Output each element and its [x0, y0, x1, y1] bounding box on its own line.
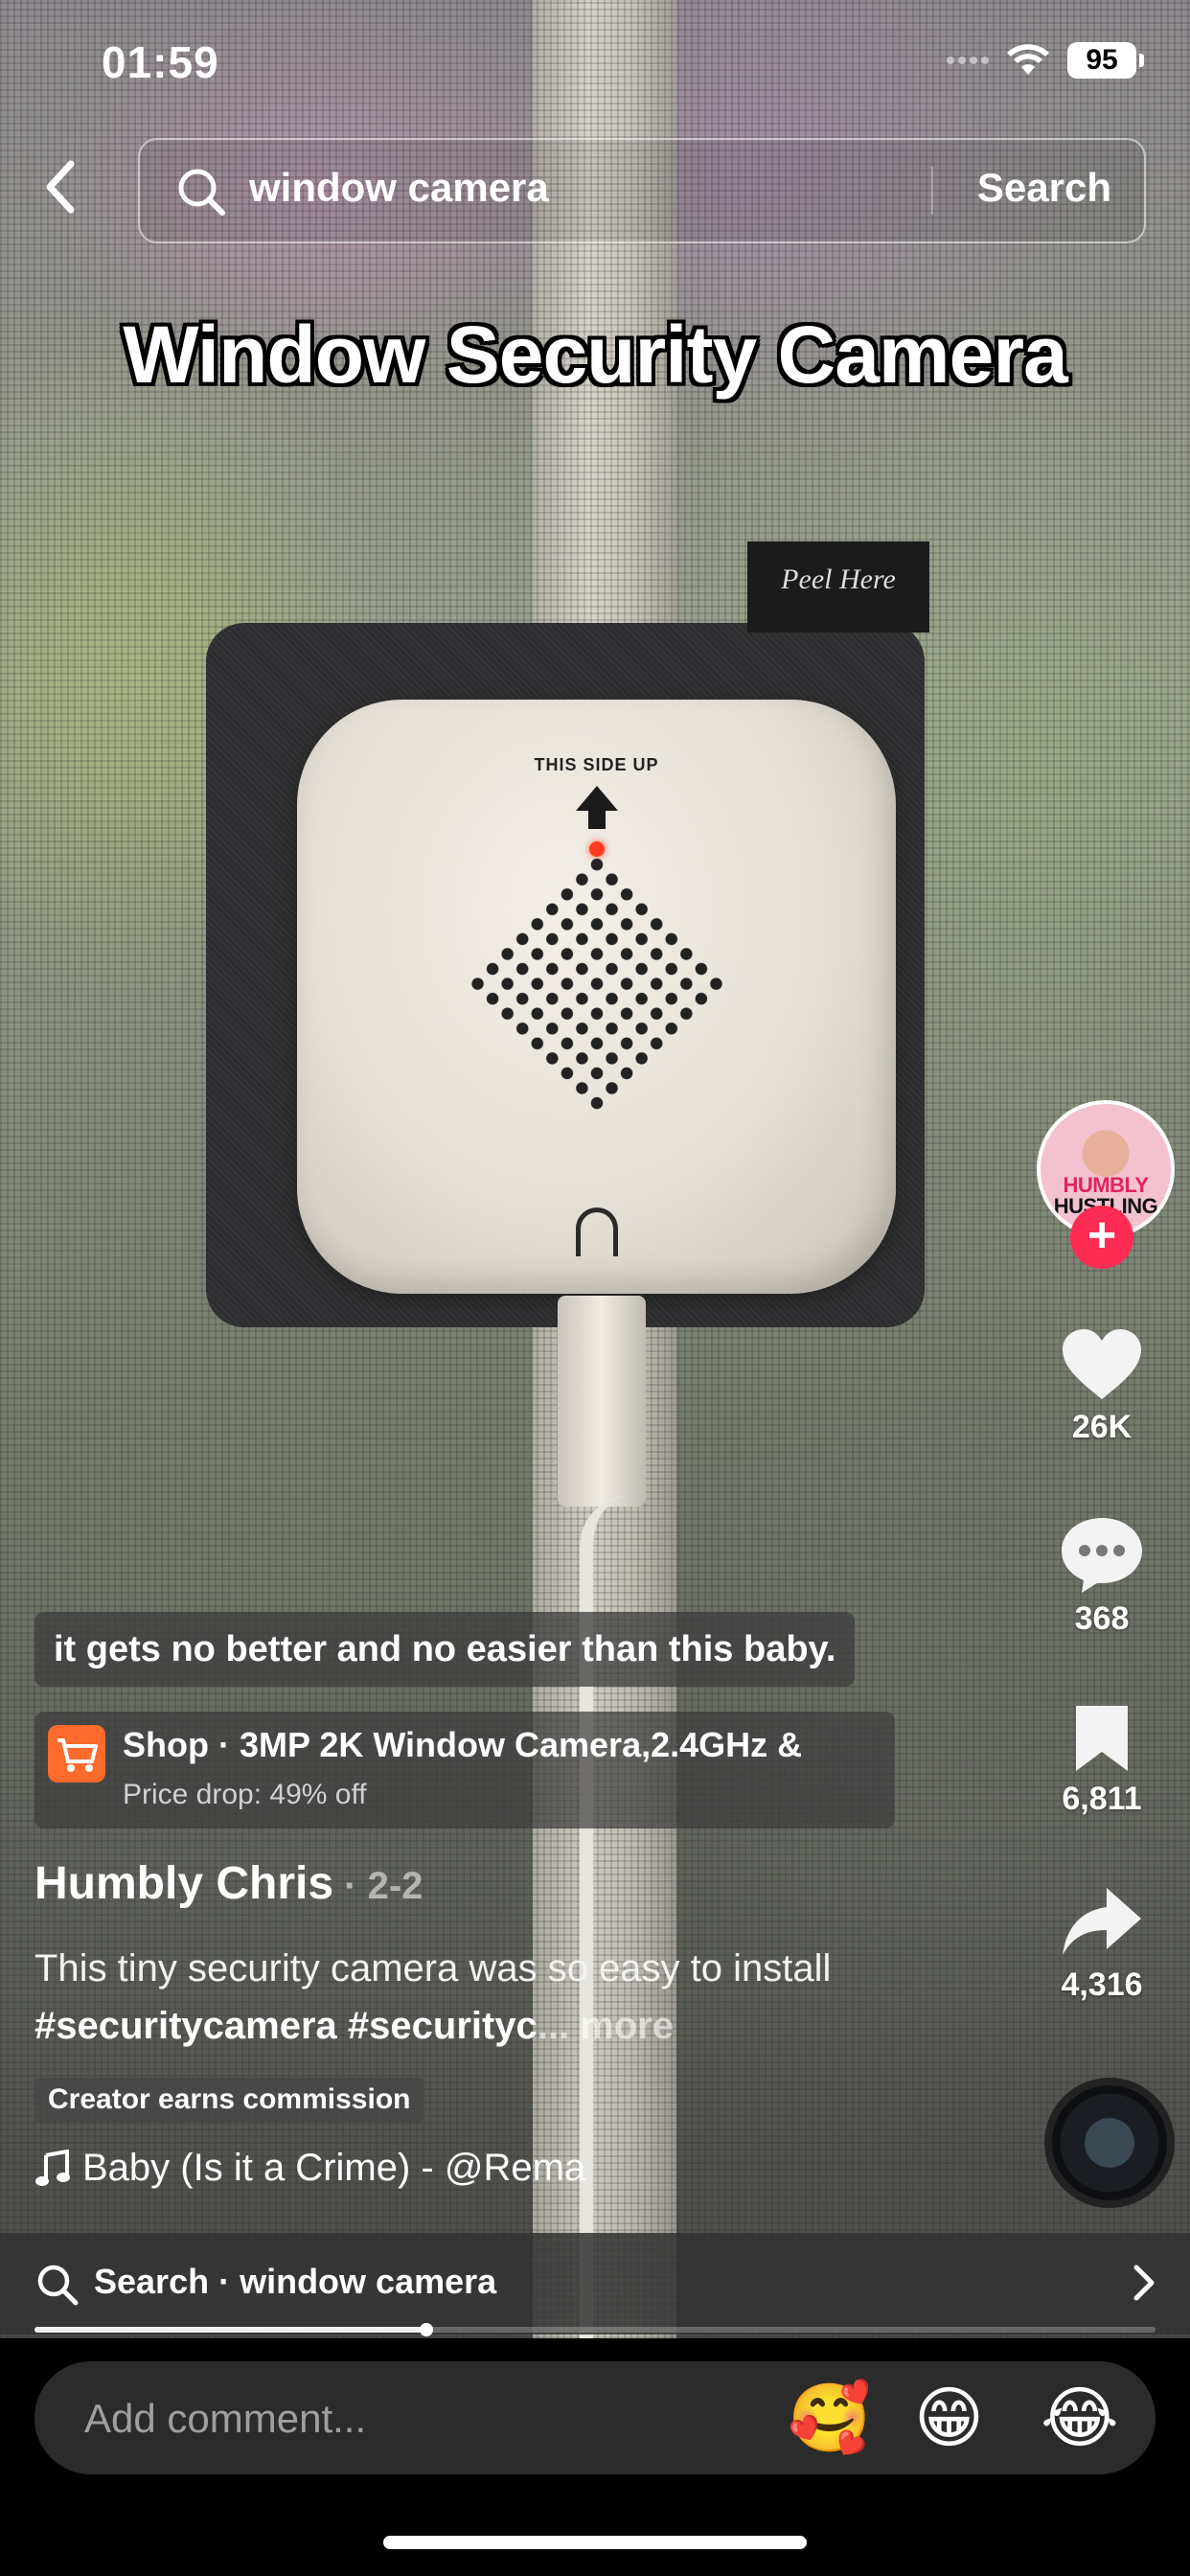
- cellular-signal-icon: [947, 57, 989, 64]
- camera-device: THIS SIDE UP: [297, 700, 896, 1294]
- suggestion-text: Search · window camera: [94, 2262, 497, 2301]
- status-time: 01:59: [102, 37, 219, 87]
- chevron-right-icon: [1133, 2265, 1155, 2301]
- back-button[interactable]: [38, 158, 86, 216]
- shopping-cart-icon: [48, 1725, 105, 1782]
- music-title: Baby (Is it a Crime) - @Rema: [82, 2147, 586, 2189]
- commission-badge: Creator earns commission: [34, 2078, 424, 2122]
- description-text: This tiny security camera was so easy to…: [34, 1947, 832, 1990]
- search-icon: [37, 2265, 79, 2306]
- home-indicator: [383, 2536, 807, 2549]
- post-description: This tiny security camera was so easy to…: [34, 1940, 954, 2055]
- comment-button[interactable]: 368: [1046, 1514, 1157, 1638]
- playback-progress-fill: [34, 2323, 433, 2336]
- comment-count: 368: [1074, 1600, 1130, 1637]
- music-disc-avatar[interactable]: [1044, 2078, 1175, 2208]
- battery-indicator: 95: [1067, 42, 1144, 79]
- keyhole-icon: [575, 1208, 618, 1256]
- video-caption: Window Security Camera: [123, 310, 1068, 400]
- search-divider: [931, 167, 933, 215]
- share-arrow-icon: [1063, 1888, 1141, 1955]
- chevron-left-icon: [46, 160, 75, 214]
- music-note-icon: [35, 2149, 70, 2186]
- like-button[interactable]: 26K: [1046, 1326, 1157, 1446]
- shop-title: Shop · 3MP 2K Window Camera,2.4GHz &: [123, 1725, 803, 1764]
- more-link[interactable]: ... more: [538, 2005, 674, 2047]
- search-button[interactable]: Search: [977, 165, 1111, 211]
- post-date: · 2-2: [333, 1865, 423, 1907]
- arrow-up-icon: [575, 786, 618, 811]
- wifi-icon: [1007, 44, 1049, 75]
- emoji-tears-of-joy[interactable]: 😂: [1041, 2384, 1119, 2451]
- comment-placeholder: Add comment...: [84, 2396, 367, 2441]
- save-count: 6,811: [1062, 1781, 1142, 1817]
- playback-scrubber[interactable]: [419, 2323, 433, 2336]
- author-line: Humbly Chris · 2-2: [34, 1857, 423, 1910]
- plus-icon: +: [1087, 1208, 1117, 1263]
- device-label: THIS SIDE UP: [534, 755, 659, 774]
- status-indicators: 95: [947, 42, 1144, 79]
- comment-bubble-icon: [1062, 1518, 1142, 1593]
- search-input[interactable]: window camera: [249, 165, 549, 211]
- search-suggestion-bar[interactable]: Search · window camera: [0, 2233, 1190, 2334]
- search-icon: [178, 169, 225, 216]
- shop-product-link[interactable]: Shop · 3MP 2K Window Camera,2.4GHz & Pri…: [34, 1712, 895, 1828]
- cable-plug: [558, 1296, 646, 1506]
- bottom-comment-area: Add comment... 🥰 😁 😂: [0, 2338, 1190, 2576]
- author-name[interactable]: Humbly Chris: [34, 1858, 333, 1909]
- shop-price-drop: Price drop: 49% off: [123, 1779, 367, 1810]
- heart-icon: [1063, 1329, 1141, 1399]
- emoji-smiling-hearts[interactable]: 🥰: [788, 2384, 871, 2451]
- speaker-grille: [461, 849, 732, 1121]
- hashtags[interactable]: #securitycamera #securityc: [34, 2005, 538, 2047]
- peel-tab: Peel Here: [747, 541, 929, 632]
- like-count: 26K: [1071, 1409, 1133, 1445]
- share-button[interactable]: 4,316: [1046, 1884, 1157, 2004]
- arrow-stem: [587, 810, 606, 829]
- search-bar[interactable]: window camera Search: [138, 138, 1146, 243]
- follow-button[interactable]: +: [1070, 1206, 1133, 1269]
- playback-progress-bar[interactable]: [34, 2323, 1156, 2336]
- comment-input[interactable]: Add comment... 🥰 😁 😂: [34, 2361, 1156, 2474]
- video-subtitle: it gets no better and no easier than thi…: [34, 1612, 856, 1687]
- save-button[interactable]: 6,811: [1046, 1702, 1157, 1818]
- music-track[interactable]: Baby (Is it a Crime) - @Rema: [34, 2147, 585, 2190]
- emoji-grinning[interactable]: 😁: [914, 2384, 984, 2451]
- bookmark-icon: [1076, 1706, 1128, 1771]
- share-count: 4,316: [1061, 1966, 1143, 2003]
